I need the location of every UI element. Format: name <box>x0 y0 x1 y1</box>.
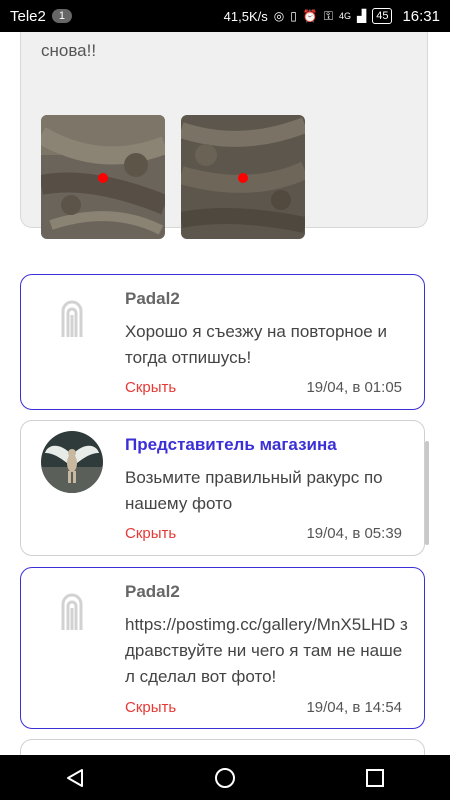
default-avatar-icon <box>41 289 103 351</box>
carrier-label: Tele2 <box>10 7 46 25</box>
signal-icon: ▟ <box>356 9 367 23</box>
attached-photo-2[interactable] <box>181 115 305 239</box>
comment-text: Возьмите правильный ракурс по нашему фот… <box>125 468 383 513</box>
comment-author[interactable]: Padal2 <box>125 289 180 309</box>
default-avatar-icon <box>41 582 103 644</box>
comment-author[interactable]: Представитель магазина <box>125 435 337 455</box>
comment-card: Padal2 Хорошо я съезжу на повторное и то… <box>20 274 425 410</box>
network-speed: 41,5K/s <box>223 8 268 24</box>
network-type: 4G <box>338 11 351 21</box>
back-button[interactable] <box>45 755 105 800</box>
back-icon <box>67 768 83 787</box>
vibrate-icon: ▯ <box>290 9 297 23</box>
avatar <box>41 431 103 493</box>
comment-timestamp: 19/04, в 01:05 <box>306 379 402 396</box>
hide-comment-button[interactable]: Скрыть <box>125 379 176 396</box>
nav-bar <box>0 755 450 800</box>
avatar <box>41 289 103 351</box>
recents-icon <box>366 768 384 787</box>
hide-comment-button[interactable]: Скрыть <box>125 699 176 716</box>
battery-icon: 45 <box>372 8 393 24</box>
avatar <box>41 582 103 644</box>
clock: 16:31 <box>402 7 440 25</box>
recents-button[interactable] <box>345 755 405 800</box>
comment-card <box>20 739 425 755</box>
comments-scroll[interactable]: снова!! Padal2 Хорошо я съезжу на повтор… <box>0 32 450 755</box>
post-card: снова!! <box>20 32 428 239</box>
comment-text: Хорошо я съезжу на повторное и тогда отп… <box>125 322 387 367</box>
comment-card: Padal2 https://postimg.cc/gallery/MnX5LH… <box>20 567 425 729</box>
hide-comment-button[interactable]: Скрыть <box>125 525 176 542</box>
status-right: 41,5K/s ◎ ▯ ⏰ ⚿ 4G ▟ 45 16:31 <box>224 8 440 25</box>
hotspot-icon: ◎ <box>273 9 285 23</box>
post-text: снова!! <box>41 41 97 60</box>
scrollbar[interactable] <box>425 441 429 545</box>
comment-timestamp: 19/04, в 14:54 <box>306 699 402 716</box>
alarm-icon: ⏰ <box>302 9 318 23</box>
status-bar: Tele2 1 41,5K/s ◎ ▯ ⏰ ⚿ 4G ▟ 45 16:31 <box>0 0 450 32</box>
sim-badge: 1 <box>51 9 72 23</box>
home-icon <box>215 767 235 788</box>
comment-timestamp: 19/04, в 05:39 <box>306 525 402 542</box>
attached-photo-1[interactable] <box>41 115 165 239</box>
comment-card: Представитель магазина Возьмите правильн… <box>20 420 425 556</box>
comment-text: https://postimg.cc/gallery/MnX5LHD здрав… <box>125 615 408 686</box>
shop-avatar-image <box>41 431 103 493</box>
comment-author[interactable]: Padal2 <box>125 582 180 602</box>
home-button[interactable] <box>195 755 255 800</box>
key-icon: ⚿ <box>323 8 333 23</box>
